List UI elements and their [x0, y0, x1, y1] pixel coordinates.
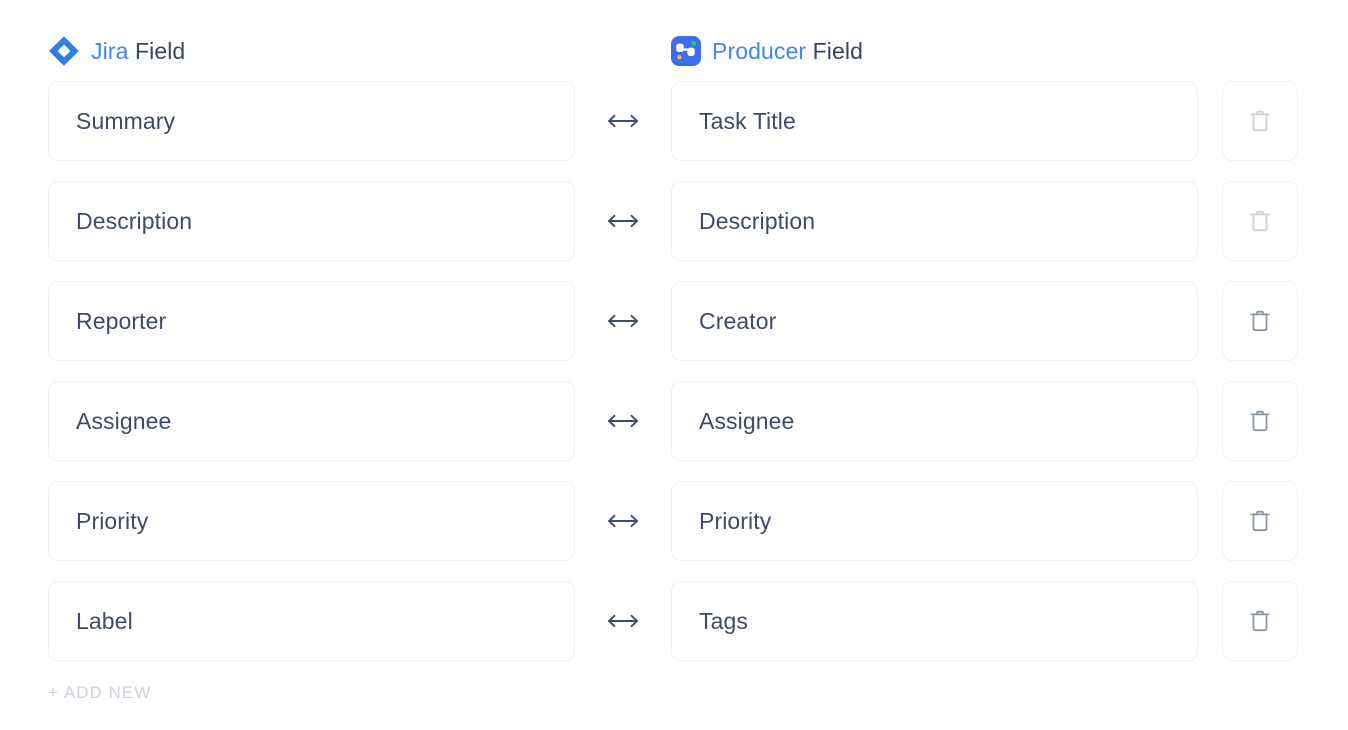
producer-field-suffix: Field: [806, 37, 863, 64]
producer-field-box[interactable]: Tags: [671, 581, 1198, 661]
jira-brand-label: Jira: [91, 37, 129, 64]
jira-field-box[interactable]: Summary: [48, 81, 575, 161]
field-mapping-list: Summary Task Title Description Description R…: [0, 81, 1348, 681]
producer-field-box[interactable]: Description: [671, 181, 1198, 261]
trash-icon: [1248, 408, 1272, 434]
delete-mapping-button[interactable]: [1222, 481, 1298, 561]
jira-field-box[interactable]: Label: [48, 581, 575, 661]
left-right-arrow-icon: [605, 281, 641, 361]
producer-field-box[interactable]: Creator: [671, 281, 1198, 361]
trash-icon: [1248, 608, 1272, 634]
trash-icon: [1248, 308, 1272, 334]
delete-mapping-button[interactable]: [1222, 581, 1298, 661]
field-mapping-row: Priority Priority: [0, 481, 1348, 561]
jira-field-suffix: Field: [128, 37, 186, 64]
delete-mapping-button[interactable]: [1222, 381, 1298, 461]
producer-column-header: Producer Field: [671, 33, 863, 69]
add-new-mapping-button[interactable]: + ADD NEW: [48, 683, 151, 703]
jira-field-box[interactable]: Description: [48, 181, 575, 261]
jira-diamond-icon: [48, 35, 80, 67]
trash-icon: [1248, 208, 1272, 234]
producer-column-title: Producer Field: [712, 37, 863, 64]
column-headers: Jira Field Producer Field: [0, 0, 1348, 81]
left-right-arrow-icon: [605, 181, 641, 261]
left-right-arrow-icon: [605, 481, 641, 561]
jira-field-box[interactable]: Assignee: [48, 381, 575, 461]
field-mapping-row: Assignee Assignee: [0, 381, 1348, 461]
delete-mapping-button[interactable]: [1222, 281, 1298, 361]
left-right-arrow-icon: [605, 581, 641, 661]
field-mapping-row: Reporter Creator: [0, 281, 1348, 361]
producer-field-box[interactable]: Assignee: [671, 381, 1198, 461]
producer-app-icon: [671, 36, 701, 66]
field-mapping-row: Label Tags: [0, 581, 1348, 661]
producer-field-box[interactable]: Priority: [671, 481, 1198, 561]
producer-field-box[interactable]: Task Title: [671, 81, 1198, 161]
left-right-arrow-icon: [605, 81, 641, 161]
producer-brand-label: Producer: [712, 37, 807, 64]
field-mapping-row: Description Description: [0, 181, 1348, 261]
jira-field-box[interactable]: Priority: [48, 481, 575, 561]
trash-icon: [1248, 508, 1272, 534]
delete-mapping-button: [1222, 181, 1298, 261]
jira-column-header: Jira Field: [48, 33, 185, 69]
left-right-arrow-icon: [605, 381, 641, 461]
jira-field-box[interactable]: Reporter: [48, 281, 575, 361]
delete-mapping-button: [1222, 81, 1298, 161]
jira-column-title: Jira Field: [91, 37, 186, 64]
trash-icon: [1248, 108, 1272, 134]
field-mapping-row: Summary Task Title: [0, 81, 1348, 161]
